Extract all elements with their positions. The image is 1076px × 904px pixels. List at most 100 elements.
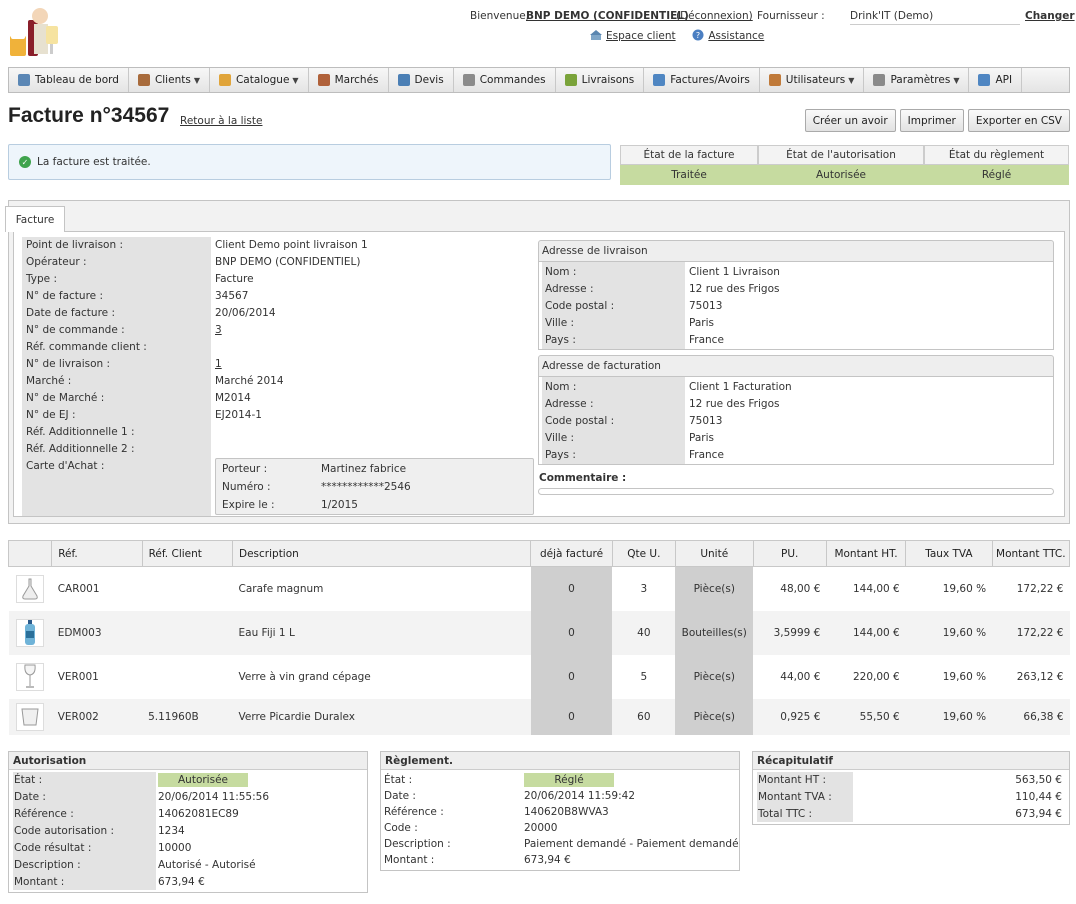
cell-desc: Verre à vin grand cépage: [238, 670, 371, 683]
cell-tva: 19,60 %: [942, 582, 987, 595]
nav-item-3[interactable]: Marchés: [309, 68, 389, 92]
caret-down-icon: ▼: [292, 75, 299, 85]
nav-item-2[interactable]: Catalogue ▼: [210, 68, 309, 92]
detail-label: N° de facture :: [26, 290, 104, 302]
nav-item-label: Utilisateurs: [785, 74, 846, 86]
cell-qty: 5: [640, 670, 648, 683]
column-header: Montant TTC.: [991, 540, 1071, 567]
nav-item-label: Tableau de bord: [35, 74, 119, 86]
nav-item-4[interactable]: Devis: [389, 68, 454, 92]
comment-field[interactable]: [538, 488, 1054, 495]
detail-label: N° de commande :: [26, 324, 125, 336]
payment-value: 20000: [524, 822, 558, 834]
summary-label: Montant HT :: [758, 774, 826, 786]
user-link[interactable]: BNP DEMO (CONFIDENTIEL): [526, 10, 689, 22]
print-button[interactable]: Imprimer: [899, 109, 964, 132]
nav-item-0[interactable]: Tableau de bord: [9, 68, 129, 92]
table-row: VER002 5.11960B Verre Picardie Duralex 0 60 P…: [8, 698, 1070, 735]
detail-value: 34567: [215, 290, 249, 302]
summary-label: Total TTC :: [758, 808, 813, 820]
cell-ref: VER002: [51, 698, 143, 735]
detail-label: Point de livraison :: [26, 239, 124, 251]
tab-invoice[interactable]: Facture: [5, 206, 65, 232]
cell-billed: 0: [530, 654, 613, 699]
orders-icon: [462, 74, 475, 86]
payment-value: 140620B8WVA3: [524, 806, 609, 818]
cell-qty: 60: [612, 698, 676, 735]
nav-item-6[interactable]: Livraisons: [556, 68, 645, 92]
authorization-state-label: État :: [14, 774, 43, 786]
nav-item-label: Clients: [154, 74, 191, 86]
back-to-list-link[interactable]: Retour à la liste: [180, 115, 262, 127]
nav-item-1[interactable]: Clients ▼: [129, 68, 210, 92]
nav-item-9[interactable]: Paramètres ▼: [864, 68, 970, 92]
billing-address-title: Adresse de facturation: [538, 355, 1054, 377]
payment-value: 20/06/2014 11:59:42: [524, 790, 636, 802]
help-icon: ?: [692, 29, 704, 41]
delivery-value: 12 rue des Frigos: [689, 283, 780, 295]
quote-icon: [397, 74, 410, 86]
detail-value[interactable]: 3: [215, 324, 222, 336]
nav-item-5[interactable]: Commandes: [454, 68, 556, 92]
authorization-value: Autorisé - Autorisé: [158, 859, 256, 871]
delivery-address-box: [538, 262, 1054, 350]
authorization-label: Référence :: [14, 808, 74, 820]
detail-value: Facture: [215, 273, 254, 285]
delivery-value: 75013: [689, 300, 723, 312]
cell-unit: Pièce(s): [675, 698, 754, 735]
client-space-icon: [590, 30, 602, 41]
detail-label: Type :: [26, 273, 57, 285]
comment-label: Commentaire :: [539, 472, 627, 484]
nav-item-8[interactable]: Utilisateurs ▼: [760, 68, 865, 92]
payment-title: Règlement.: [381, 752, 739, 770]
cell-ht: 144,00 €: [826, 610, 906, 655]
column-header: Réf. Client: [141, 540, 234, 567]
column-header: Description: [231, 540, 532, 567]
cell-ref-client: 5.11960B: [142, 698, 233, 735]
nav-item-label: API: [995, 74, 1013, 86]
cell-ttc: 66,38 €: [992, 698, 1070, 735]
detail-label: N° de Marché :: [26, 392, 105, 404]
invoice-icon: [653, 74, 666, 86]
cell-unit: Bouteilles(s): [675, 610, 754, 655]
payment-label: Description :: [384, 838, 451, 850]
summary-value: 673,94 €: [1015, 808, 1062, 820]
detail-value[interactable]: 1: [215, 358, 222, 370]
cell-ht: 55,50 €: [826, 698, 906, 735]
cell-desc: Verre Picardie Duralex: [232, 698, 531, 735]
caret-down-icon: ▼: [953, 75, 960, 85]
payment-label: Référence :: [384, 806, 444, 818]
export-csv-button[interactable]: Exporter en CSV: [967, 109, 1070, 132]
billing-label: Ville :: [545, 432, 575, 444]
state-header-payment: État du règlement: [924, 145, 1069, 165]
settings-icon: [873, 74, 886, 86]
authorization-label: Code résultat :: [14, 842, 92, 854]
caret-down-icon: ▼: [193, 75, 200, 85]
cell-qty: 40: [612, 610, 676, 655]
cell-ref-client: [142, 655, 232, 699]
state-header-invoice: État de la facture: [620, 145, 758, 165]
check-circle-icon: ✓: [19, 156, 31, 168]
create-credit-note-button[interactable]: Créer un avoir: [804, 109, 896, 132]
detail-label: Réf. Additionnelle 1 :: [26, 426, 135, 438]
delivery-label: Ville :: [545, 317, 575, 329]
page-title: Facture n°34567: [8, 104, 170, 127]
client-space-link[interactable]: Espace client: [606, 30, 676, 42]
cell-unit: Pièce(s): [675, 654, 754, 699]
nav-item-7[interactable]: Factures/Avoirs: [644, 68, 760, 92]
logout-link[interactable]: (Déconnexion): [676, 10, 753, 22]
billing-value: Client 1 Facturation: [689, 381, 792, 393]
assistance-link[interactable]: Assistance: [708, 30, 764, 42]
supplier-label: Fournisseur :: [757, 10, 825, 22]
status-table: État de la facture État de l'autorisatio…: [620, 145, 1069, 185]
cell-pu: 3,5999 €: [753, 610, 827, 655]
cell-billed: 0: [530, 566, 613, 611]
cell-desc: Eau Fiji 1 L: [232, 610, 531, 655]
nav-item-label: Livraisons: [581, 74, 635, 86]
product-thumbnail-cell: [8, 698, 52, 735]
nav-item-10[interactable]: API: [969, 68, 1023, 92]
change-supplier-link[interactable]: Changer: [1025, 10, 1075, 22]
authorization-value: 1234: [158, 825, 185, 837]
column-header: Réf.: [51, 540, 143, 567]
card-value: 1/2015: [321, 499, 358, 511]
